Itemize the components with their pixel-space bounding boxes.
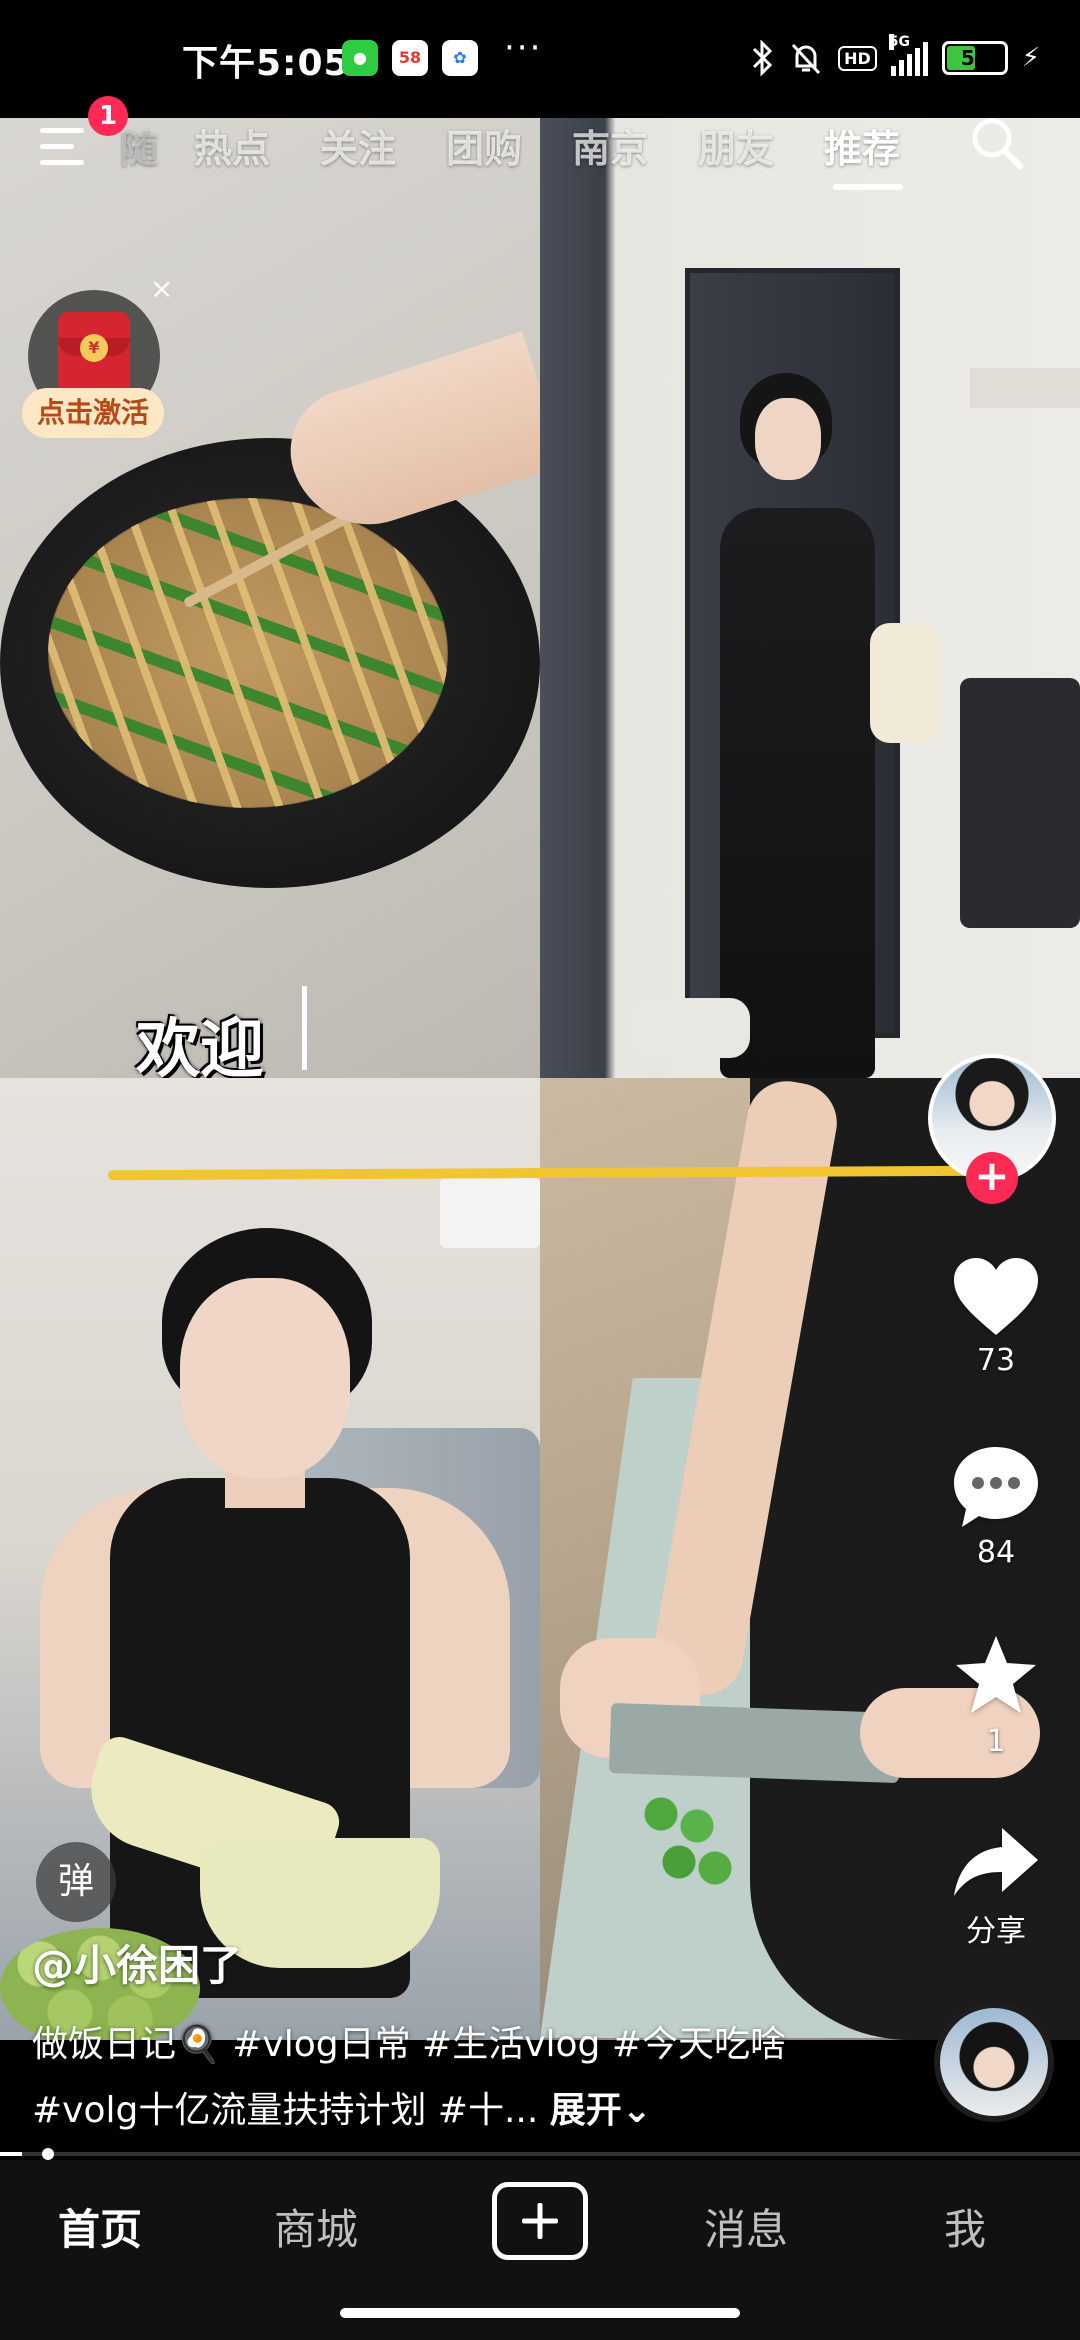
range-hood	[970, 368, 1080, 408]
progress-knob[interactable]	[41, 2148, 54, 2160]
nav-mall[interactable]: 商城	[274, 2196, 358, 2257]
mute-bell-icon	[788, 38, 824, 78]
tab-hot[interactable]: 热点	[194, 118, 270, 173]
heart-icon	[954, 1258, 1038, 1335]
bluetooth-icon	[750, 38, 774, 78]
progress-fill	[0, 2152, 22, 2156]
home-indicator[interactable]	[340, 2308, 740, 2318]
music-disc[interactable]	[934, 2002, 1054, 2122]
tab-group-buy[interactable]: 团购	[446, 118, 522, 173]
favorite-button[interactable]: 1	[944, 1632, 1048, 1759]
video-description[interactable]: 做饭日记🍳 #vlog日常 #生活vlog #今天吃啥 #volg十亿流量扶持计…	[32, 2012, 852, 2144]
battery-icon: 54	[941, 41, 1008, 75]
person-face	[755, 398, 821, 480]
person-body	[720, 508, 875, 1078]
description-text: 做饭日记🍳 #vlog日常 #生活vlog #今天吃啥 #volg十亿流量扶持计…	[32, 2024, 787, 2131]
nav-me[interactable]: 我	[944, 2196, 986, 2257]
coin-icon: ¥	[80, 334, 108, 362]
video-progress[interactable]	[0, 2148, 1080, 2160]
tab-partial[interactable]: 随	[120, 118, 158, 173]
washing-machine	[960, 678, 1080, 928]
like-button[interactable]: 73	[944, 1255, 1048, 1378]
tab-friends[interactable]: 朋友	[698, 118, 774, 173]
menu-icon[interactable]	[40, 128, 90, 168]
create-post-button[interactable]	[492, 2182, 588, 2260]
follow-button[interactable]: +	[966, 1152, 1018, 1204]
text-caret	[302, 986, 307, 1070]
star-icon	[956, 1636, 1036, 1713]
share-arrow-icon	[954, 1828, 1038, 1896]
cloud-app-icon: ✿	[442, 40, 478, 76]
video-panel-cooking: 欢迎	[0, 118, 540, 1078]
expand-link[interactable]: 展开⌄	[550, 2090, 652, 2131]
stir-fry	[48, 498, 448, 808]
comment-icon	[954, 1447, 1038, 1527]
share-label: 分享	[966, 1914, 1026, 1949]
close-icon[interactable]: ×	[150, 272, 173, 305]
person-face	[180, 1278, 350, 1478]
signal-icon: 5G	[888, 34, 928, 76]
tab-recommend[interactable]: 推荐	[824, 118, 900, 173]
favorite-count: 1	[986, 1724, 1006, 1759]
status-bar: 下午5:05 ● 58 ✿ ··· HD 5G 54 ⚡	[0, 0, 1080, 118]
wechat-icon: ●	[342, 40, 378, 76]
video-overlay-text: 欢迎	[136, 1013, 264, 1078]
active-tab-indicator	[833, 184, 903, 190]
status-time: 下午5:05	[182, 43, 350, 84]
search-icon[interactable]	[968, 114, 1026, 172]
network-type: 5G	[888, 34, 910, 50]
tab-following[interactable]: 关注	[320, 118, 396, 173]
share-button[interactable]: 分享	[944, 1822, 1048, 1950]
nav-messages[interactable]: 消息	[704, 2196, 788, 2257]
status-more: ···	[504, 28, 543, 68]
video-panel-standing	[540, 118, 1080, 1078]
comment-count: 84	[976, 1535, 1016, 1570]
like-count: 73	[976, 1343, 1016, 1378]
tab-nanjing[interactable]: 南京	[572, 118, 648, 173]
activate-button[interactable]: 点击激活	[22, 388, 164, 438]
nav-home[interactable]: 首页	[58, 2196, 142, 2257]
charging-icon: ⚡	[1021, 43, 1040, 73]
knife	[608, 1702, 902, 1784]
battery-level: 54	[960, 46, 989, 70]
coat	[870, 623, 940, 743]
comment-button[interactable]: 84	[944, 1443, 1048, 1570]
hd-badge: HD	[838, 45, 877, 71]
chopped-peppers	[625, 1778, 745, 1898]
author-name[interactable]: @小徐困了	[32, 1932, 242, 1993]
danmu-toggle[interactable]: 弹	[36, 1842, 116, 1922]
shoes	[630, 998, 750, 1058]
58-app-icon: 58	[392, 40, 428, 76]
air-conditioner	[440, 1178, 540, 1248]
